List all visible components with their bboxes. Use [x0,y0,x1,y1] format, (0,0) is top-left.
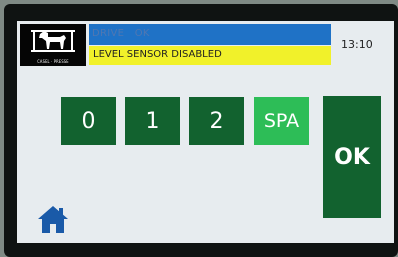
brand-logo: CASEL · PRESSE [20,24,86,66]
key-2[interactable]: 2 [189,97,244,145]
clock: 13:10 [341,38,373,51]
drive-status-text: DRIVE OK [92,28,150,39]
logo-caption: CASEL · PRESSE [37,59,69,64]
status-bar: DRIVE OK [89,24,331,45]
alarm-message: LEVEL SENSOR DISABLED [93,49,222,60]
home-icon [38,206,68,233]
key-0[interactable]: 0 [61,97,116,145]
key-spa[interactable]: SPA [254,97,309,145]
alarm-bar: LEVEL SENSOR DISABLED [89,46,331,65]
home-button[interactable] [37,204,69,234]
hmi-screen: CASEL · PRESSE DRIVE OK LEVEL SENSOR DIS… [17,21,394,243]
key-1[interactable]: 1 [125,97,180,145]
ok-button[interactable]: OK [323,96,381,218]
horse-logo-icon [31,30,75,52]
